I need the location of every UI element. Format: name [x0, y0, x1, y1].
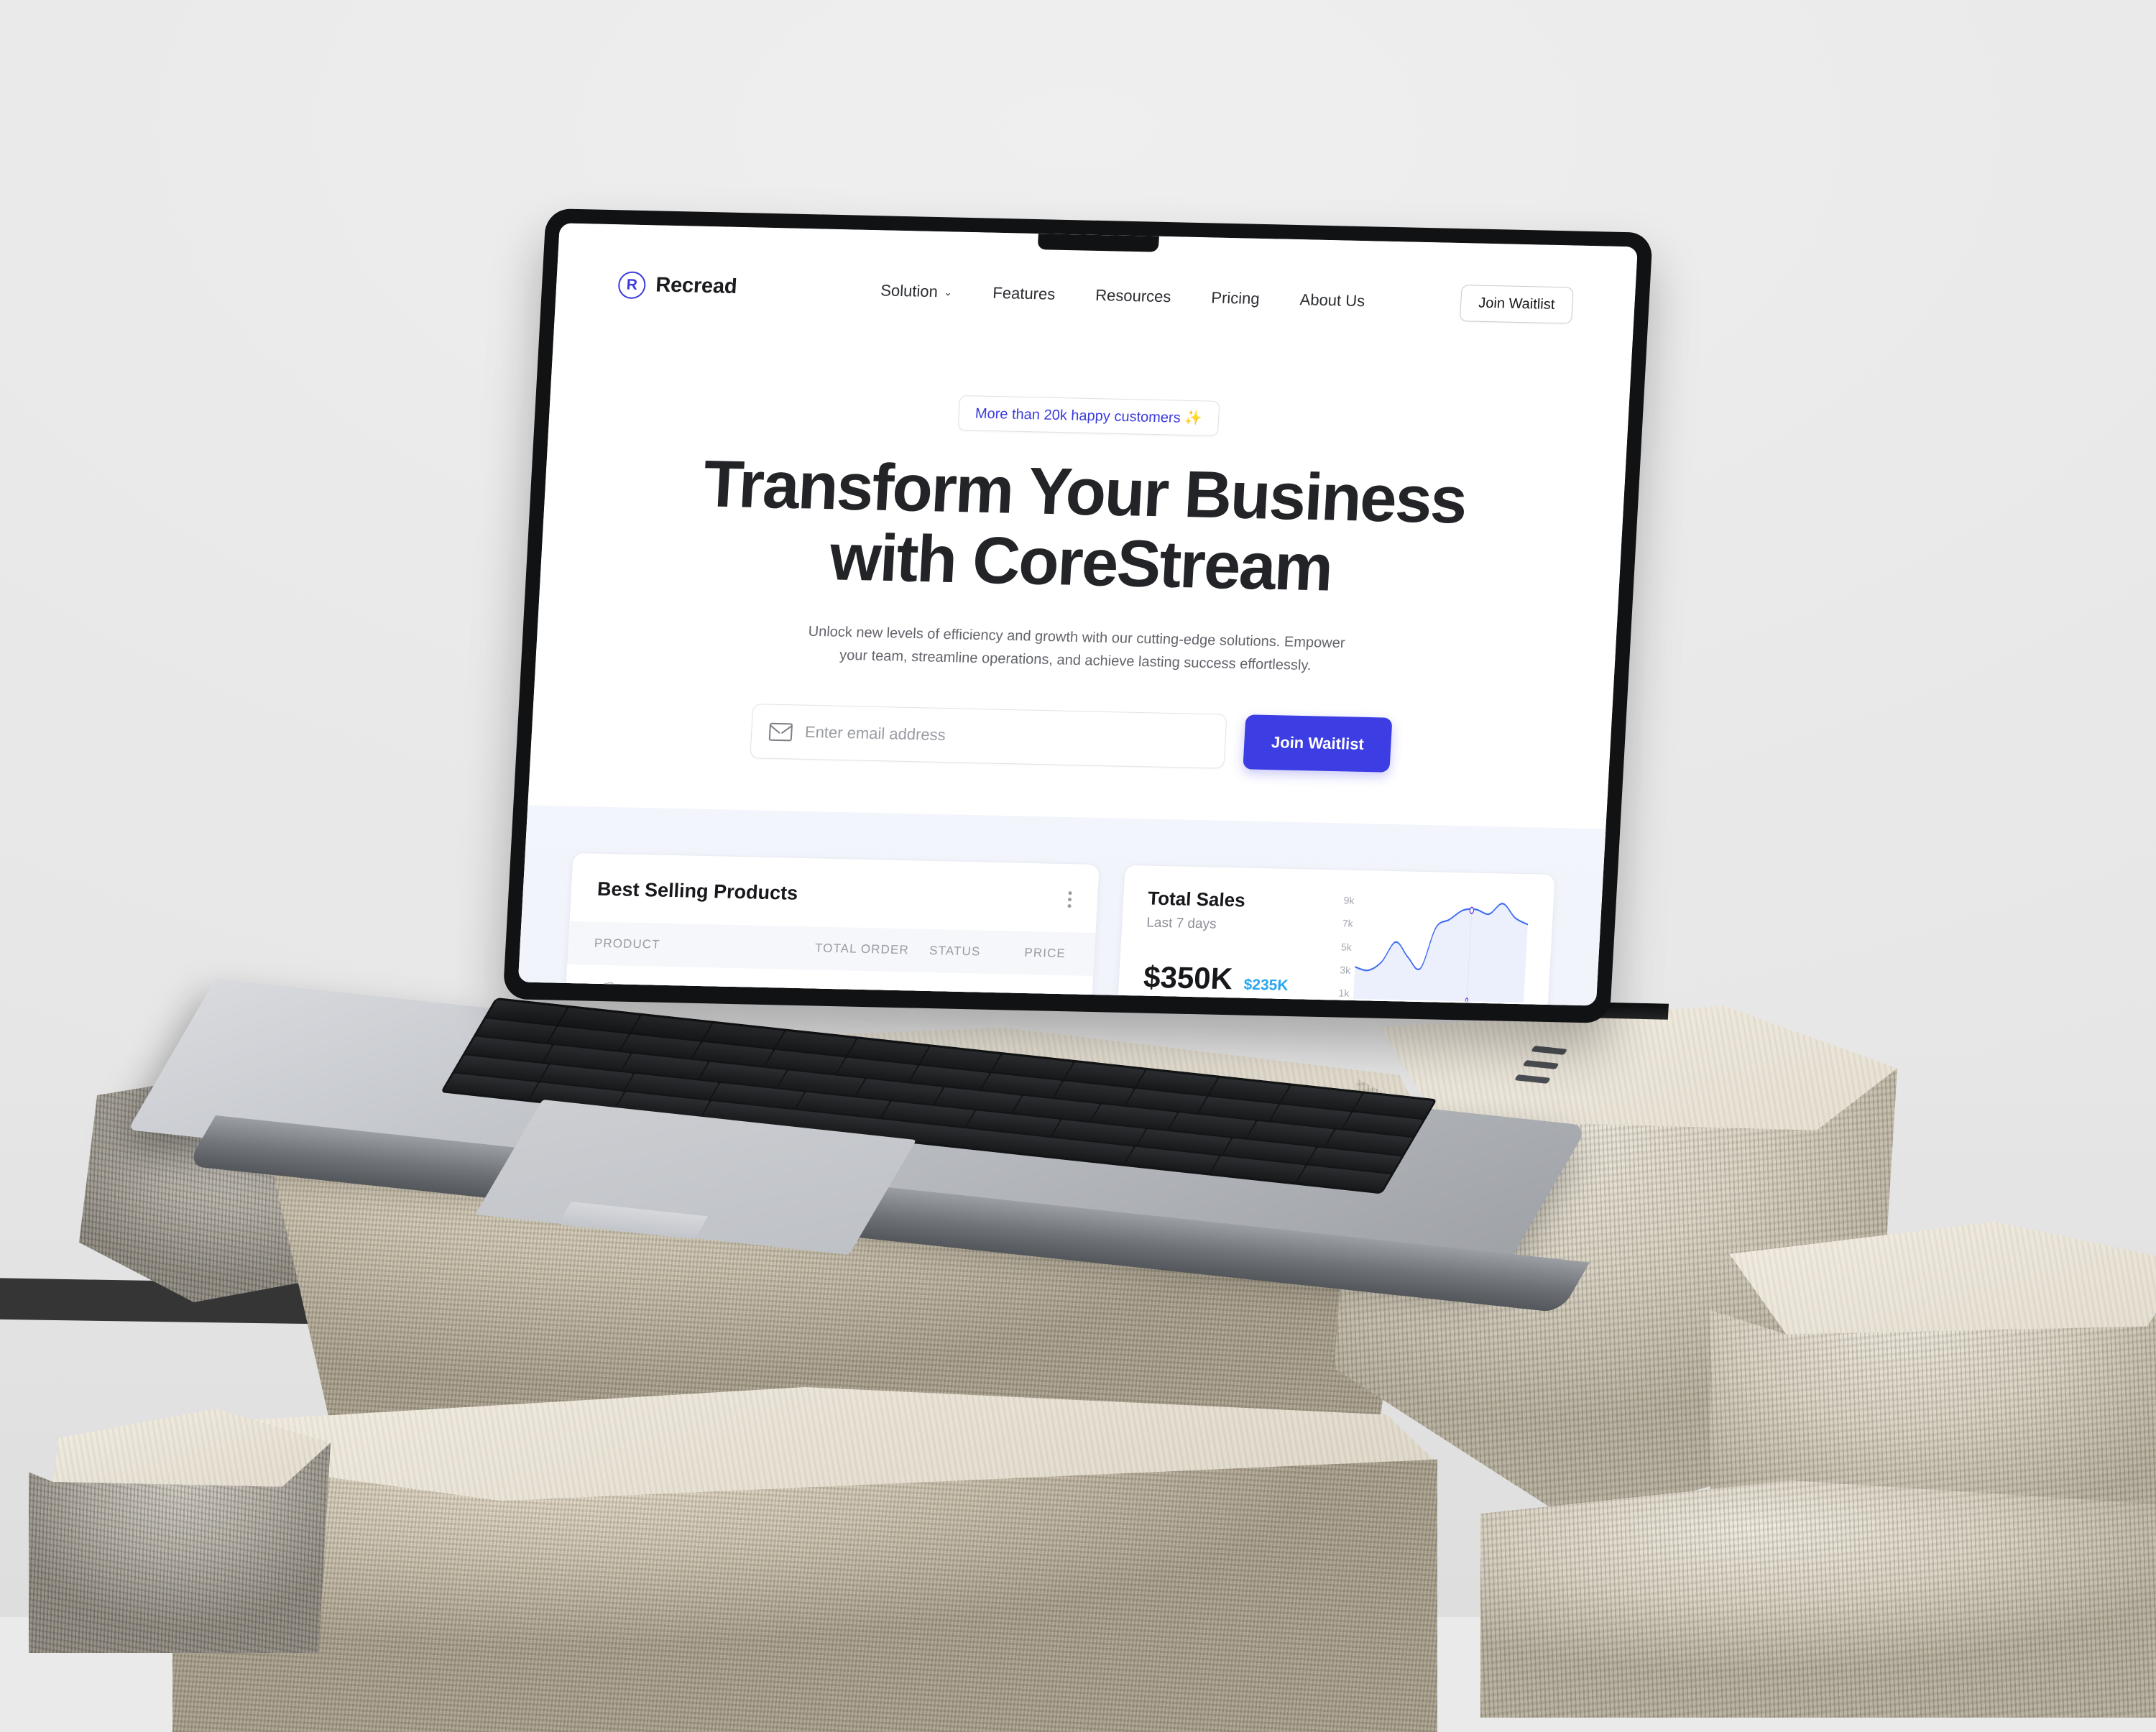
hero-title-line-1: Transform Your Business [701, 447, 1468, 538]
column-header-total-order: TOTAL ORDER [800, 926, 923, 972]
laptop-screen: R Recread Solution ⌄ Features Resources … [517, 223, 1638, 1006]
chevron-down-icon: ⌄ [943, 285, 953, 299]
nav-item-resources[interactable]: Resources [1095, 285, 1172, 305]
best-selling-products-card: Best Selling Products PRODUCT TOTAL ORDE… [552, 852, 1100, 1006]
product-name: Apple iPhone 13 [630, 991, 748, 1006]
products-card-title: Best Selling Products [596, 877, 798, 905]
y-tick: 5k [1340, 941, 1353, 953]
total-sales-subtitle: Last 7 days [1146, 915, 1217, 932]
dashboard-right-column: Total Sales Last 7 days $350K $235K ↑ 8.… [1104, 865, 1556, 1006]
hero-title-line-2: with CoreStream [828, 520, 1334, 605]
products-table: PRODUCT TOTAL ORDER STATUS PRICE Apple i… [561, 921, 1096, 1006]
chart-y-axis: 9k 7k 5k 3k 1k [1325, 894, 1355, 999]
y-tick: 3k [1339, 964, 1351, 976]
hero-badge-pill: More than 20k happy customers ✨ [957, 395, 1220, 436]
nav-item-about-us[interactable]: About Us [1299, 290, 1365, 310]
phone-thumbnail-icon [588, 981, 620, 1006]
dashboard-preview: Best Selling Products PRODUCT TOTAL ORDE… [517, 805, 1606, 1006]
column-header-price: PRICE [986, 930, 1096, 977]
hero-join-waitlist-button[interactable]: Join Waitlist [1242, 714, 1393, 773]
total-sales-summary: Total Sales Last 7 days $350K $235K ↑ 8.… [1141, 888, 1317, 1006]
nav-item-pricing[interactable]: Pricing [1211, 288, 1261, 308]
website-page: R Recread Solution ⌄ Features Resources … [517, 223, 1638, 1006]
nav-join-waitlist-button[interactable]: Join Waitlist [1459, 285, 1574, 324]
nav-item-features[interactable]: Features [992, 283, 1056, 303]
products-card-header: Best Selling Products [571, 877, 1098, 911]
price-value: $999.29 [982, 973, 1094, 1006]
webcam-notch [1037, 234, 1159, 252]
total-order-value: 506 [796, 969, 921, 1006]
chart-plot-area [1353, 892, 1529, 1003]
total-sales-card: Total Sales Last 7 days $350K $235K ↑ 8.… [1114, 865, 1556, 1006]
nav-item-label: Solution [880, 280, 939, 300]
brand-logo[interactable]: R Recread [617, 270, 738, 301]
page-title: Transform Your Business with CoreStream [540, 446, 1626, 609]
total-sales-secondary-value: $235K [1243, 976, 1289, 995]
brand-name: Recread [655, 273, 738, 298]
status-dot-icon [927, 1003, 934, 1006]
waitlist-form: Join Waitlist [530, 699, 1611, 778]
y-tick: 9k [1343, 894, 1355, 907]
kebab-menu-icon[interactable] [1067, 888, 1072, 911]
nav-links: Solution ⌄ Features Resources Pricing Ab… [880, 281, 1365, 310]
y-tick: 7k [1342, 918, 1354, 930]
column-header-status: STATUS [921, 929, 989, 974]
nav-item-solution[interactable]: Solution ⌄ [880, 281, 954, 301]
total-sales-value: $350K [1142, 959, 1234, 996]
status-label: Stock [940, 999, 977, 1005]
envelope-icon [768, 722, 793, 742]
hero-subtitle: Unlock new levels of efficiency and grow… [808, 623, 1346, 673]
hero-section: More than 20k happy customers ✨ Transfor… [530, 301, 1634, 777]
registered-r-icon: R [617, 270, 647, 299]
product-cell: Apple iPhone 13 [588, 981, 799, 1006]
chart-svg [1353, 903, 1529, 1003]
sales-area-chart: 9k 7k 5k 3k 1k [1322, 891, 1529, 1005]
status-badge: Stock [927, 999, 977, 1006]
email-input[interactable] [803, 722, 1208, 752]
total-sales-title: Total Sales [1147, 887, 1246, 911]
total-sales-value-row: $350K $235K [1143, 960, 1314, 998]
laptop-mockup: R Recread Solution ⌄ Features Resources … [0, 0, 2156, 1617]
column-header-product: PRODUCT [567, 921, 803, 970]
y-tick: 1k [1338, 987, 1350, 1000]
laptop-lid: R Recread Solution ⌄ Features Resources … [502, 208, 1653, 1023]
email-field-wrapper[interactable] [749, 704, 1227, 769]
